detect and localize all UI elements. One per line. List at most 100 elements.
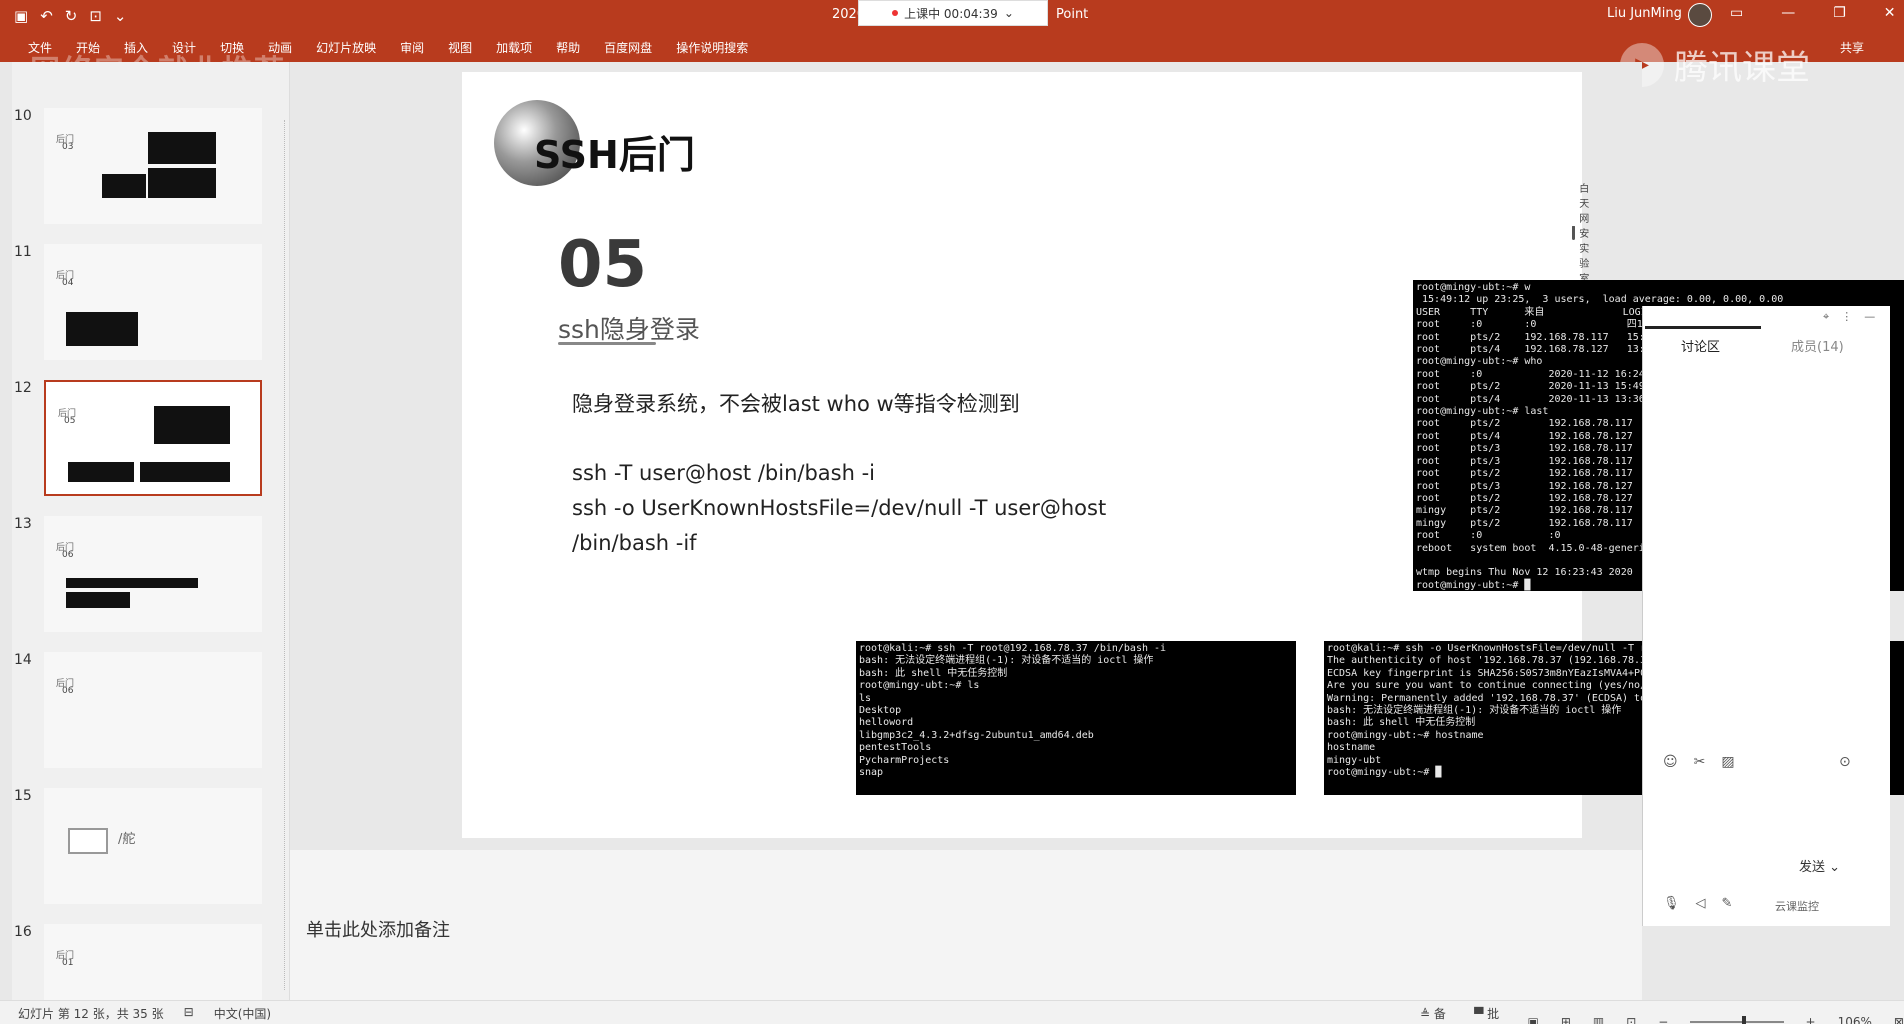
tab-slideshow[interactable]: 幻灯片放映 xyxy=(316,39,376,56)
redo-icon[interactable]: ↻ xyxy=(65,7,78,25)
thumbnail-terminal xyxy=(66,592,130,608)
slide-number: 13 xyxy=(14,516,32,532)
thumbnail-slide-14[interactable]: 14 后门 06 xyxy=(12,652,272,772)
fit-to-window-icon[interactable]: ⊠ xyxy=(1894,1015,1904,1024)
notes-button-label: 备注 xyxy=(1433,1007,1446,1021)
thumbnail-canvas: 后门 06 xyxy=(44,516,262,632)
undo-icon[interactable]: ↶ xyxy=(40,7,53,25)
live-timer: 上课中 00:04:39 xyxy=(904,6,998,21)
slide-title[interactable]: SSH后门 xyxy=(534,124,695,179)
tab-view[interactable]: 视图 xyxy=(448,39,472,56)
tab-baidu[interactable]: 百度网盘 xyxy=(604,39,652,56)
thumbnail-canvas: 后门 03 xyxy=(44,108,262,224)
more-icon[interactable]: ⋮ xyxy=(1841,310,1852,324)
live-dot-icon xyxy=(892,10,899,16)
share-button[interactable]: 共享 xyxy=(1840,39,1864,56)
image-icon[interactable]: ▨ xyxy=(1721,754,1734,770)
slideshow-icon[interactable]: ⊡ xyxy=(1626,1015,1636,1024)
close-icon[interactable]: ✕ xyxy=(1884,5,1896,21)
command-text[interactable]: ssh -T user@host /bin/bash -i ssh -o Use… xyxy=(572,456,1106,561)
comments-button-label: 批注 xyxy=(1487,1007,1500,1021)
present-icon[interactable]: ⊡ xyxy=(89,7,102,25)
thumbnail-slide-11[interactable]: 11 后门 04 xyxy=(12,244,272,364)
comments-button[interactable]: ▀ 批注 xyxy=(1474,1005,1505,1024)
slide-number: 15 xyxy=(14,788,32,804)
thumbnail-terminal xyxy=(154,406,230,444)
minimize-icon[interactable]: — xyxy=(1781,5,1795,21)
thumbnail-terminal xyxy=(102,174,146,198)
speaker-icon[interactable]: ◁ xyxy=(1696,896,1706,911)
tab-review[interactable]: 审阅 xyxy=(400,39,424,56)
reading-view-icon[interactable]: ▥ xyxy=(1593,1015,1604,1024)
thumbnail-slide-13[interactable]: 13 后门 06 xyxy=(12,516,272,636)
lab-badge-text: 白天网安实验室 xyxy=(1579,184,1590,285)
thumbnail-slide-10[interactable]: 10 后门 03 xyxy=(12,108,272,228)
tab-help[interactable]: 帮助 xyxy=(556,39,580,56)
zoom-slider[interactable] xyxy=(1690,1016,1784,1024)
send-button[interactable]: 发送 ⌄ xyxy=(1799,856,1840,875)
thumbnail-canvas: 后门 05 xyxy=(44,380,262,496)
live-class-indicator[interactable]: 上课中 00:04:39 ⌄ xyxy=(858,0,1048,26)
shield-icon xyxy=(1572,225,1576,240)
thumbnail-subtitle: 06 xyxy=(62,550,74,560)
thumbnail-subtitle: 04 xyxy=(62,278,74,288)
emoji-icon[interactable]: ☺ xyxy=(1663,754,1678,770)
thumbnail-subtitle: 06 xyxy=(62,686,74,696)
pen-icon[interactable]: ✎ xyxy=(1722,896,1733,911)
command-line: ssh -o UserKnownHostsFile=/dev/null -T u… xyxy=(572,496,1107,520)
thumbnail-terminal xyxy=(66,312,138,346)
section-number[interactable]: 05 xyxy=(558,228,647,302)
restore-icon[interactable]: ❐ xyxy=(1833,5,1846,21)
chat-toolbar: ☺ ✂ ▨ xyxy=(1663,754,1735,770)
slide-number: 16 xyxy=(14,924,32,940)
thumbnail-canvas: 后门 06 xyxy=(44,652,262,768)
class-monitor-link[interactable]: 云课监控 xyxy=(1775,898,1819,914)
chat-panel-controls: ⌖ ⋮ — xyxy=(1823,310,1875,324)
active-tab-indicator xyxy=(1645,326,1761,329)
minimize-icon[interactable]: — xyxy=(1864,310,1875,324)
description-text[interactable]: 隐身登录系统，不会被last who w等指令检测到 xyxy=(572,388,1020,418)
save-icon[interactable]: ▣ xyxy=(14,7,28,25)
thumbnail-slide-15[interactable]: 15 /舵 xyxy=(12,788,272,908)
avatar[interactable] xyxy=(1688,3,1712,27)
slide-editing-area: SSH后门 白天网安实验室 05 ssh隐身登录 隐身登录系统，不会被last … xyxy=(290,62,1904,1000)
language-indicator[interactable]: 中文(中国) xyxy=(214,1005,271,1022)
tab-addins[interactable]: 加载项 xyxy=(496,39,532,56)
notes-placeholder[interactable]: 单击此处添加备注 xyxy=(306,916,450,942)
normal-view-icon[interactable]: ▣ xyxy=(1527,1015,1538,1024)
thumbnail-subtitle: 03 xyxy=(62,142,74,152)
slide-sorter-icon[interactable]: ⊞ xyxy=(1561,1015,1571,1024)
window-controls: ▭ — ❐ ✕ xyxy=(1730,5,1896,21)
thumbnail-title: /舵 xyxy=(118,832,136,847)
tab-discussion[interactable]: 讨论区 xyxy=(1681,336,1720,355)
thumbnail-slide-12[interactable]: 12 后门 05 xyxy=(12,380,272,500)
accessibility-icon[interactable]: ⊟ xyxy=(184,1005,194,1022)
section-subtitle[interactable]: ssh隐身登录 xyxy=(558,310,700,346)
zoom-in-icon[interactable]: + xyxy=(1806,1015,1816,1024)
more-icon[interactable]: ⌄ xyxy=(114,7,127,25)
terminal-screenshot-ssh-t[interactable]: root@kali:~# ssh -T root@192.168.78.37 /… xyxy=(856,641,1296,795)
slide-counter: 幻灯片 第 12 张，共 35 张 xyxy=(18,1007,164,1021)
slide-number: 10 xyxy=(14,108,32,124)
tencent-watermark: ▶ 腾讯课堂 xyxy=(1620,40,1810,89)
zoom-out-icon[interactable]: − xyxy=(1658,1015,1668,1024)
zoom-slider-knob[interactable] xyxy=(1742,1016,1747,1024)
pin-icon[interactable]: ⌖ xyxy=(1823,310,1829,324)
scissors-icon[interactable]: ✂ xyxy=(1694,754,1706,770)
tell-me-search[interactable]: 操作说明搜索 xyxy=(676,39,748,56)
thumbnail-terminal xyxy=(66,578,198,588)
user-name[interactable]: Liu JunMing xyxy=(1607,6,1682,21)
tab-members[interactable]: 成员(14) xyxy=(1791,336,1844,355)
thumbnail-subtitle: 05 xyxy=(64,416,76,426)
ribbon-display-icon[interactable]: ▭ xyxy=(1730,5,1743,21)
command-line: /bin/bash -if xyxy=(572,531,697,555)
chevron-down-icon: ⌄ xyxy=(1003,6,1014,20)
settings-icon[interactable]: ⊙ xyxy=(1839,754,1851,770)
notes-button[interactable]: ≜ 备注 xyxy=(1420,1005,1452,1024)
powerpoint-window: ▣ ↶ ↻ ⊡ ⌄ 2020 Point 上课中 00:04:39 ⌄ Liu … xyxy=(0,0,1904,1024)
microphone-icon[interactable]: 🎙 xyxy=(1663,896,1680,911)
thumbnail-terminal xyxy=(140,462,230,482)
zoom-level[interactable]: 106% xyxy=(1838,1015,1872,1024)
notes-pane[interactable]: 单击此处添加备注 xyxy=(290,850,1642,1000)
thumbnail-terminal xyxy=(148,132,216,164)
